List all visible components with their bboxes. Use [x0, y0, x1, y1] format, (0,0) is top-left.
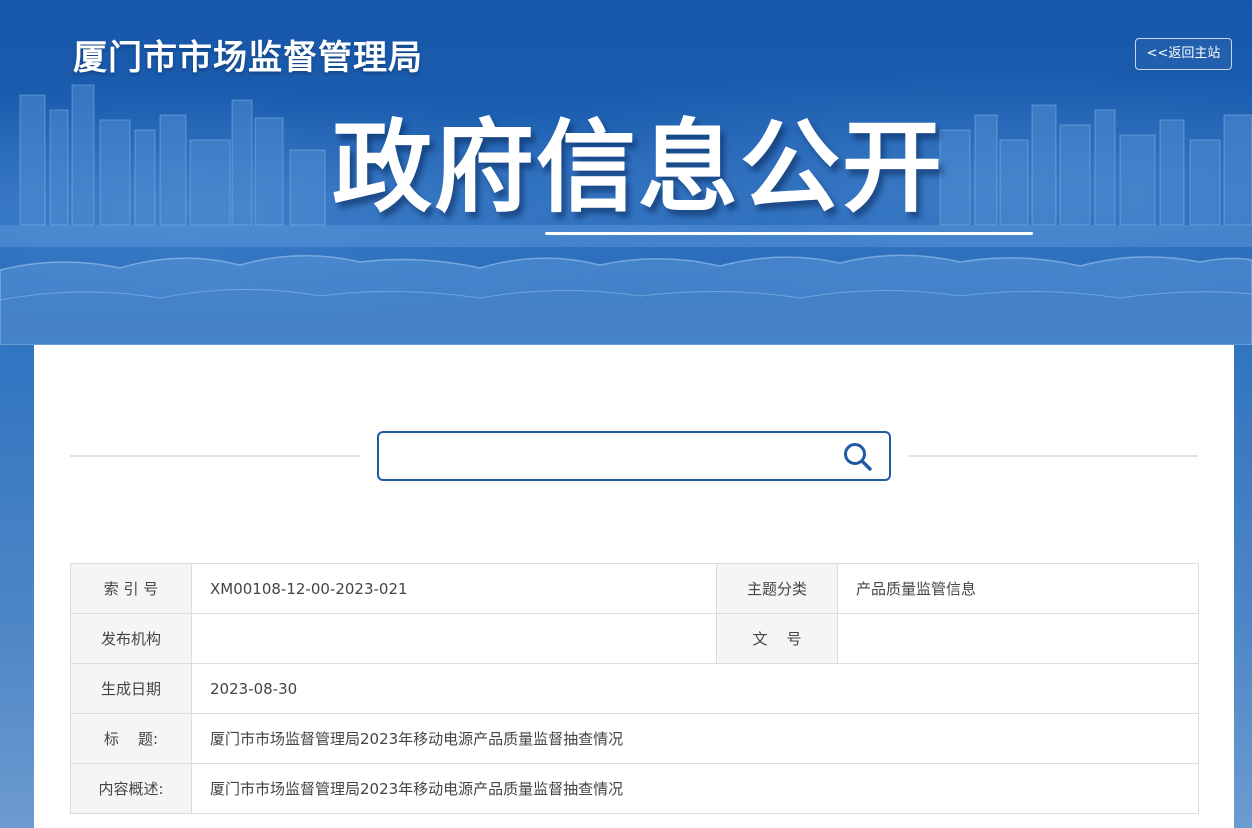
table-row: 索 引 号 XM00108-12-00-2023-021 主题分类 产品质量监管…	[70, 563, 1199, 614]
info-table: 索 引 号 XM00108-12-00-2023-021 主题分类 产品质量监管…	[70, 563, 1199, 814]
title-value: 厦门市市场监督管理局2023年移动电源产品质量监督抽查情况	[191, 713, 1199, 764]
date-value: 2023-08-30	[191, 663, 1199, 714]
search-divider-right	[908, 455, 1198, 457]
search-divider-left	[70, 455, 360, 457]
table-row: 发布机构 文 号	[70, 613, 1199, 664]
topic-category-value: 产品质量监管信息	[837, 563, 1199, 614]
summary-label: 内容概述:	[70, 763, 192, 814]
content-card: 索 引 号 XM00108-12-00-2023-021 主题分类 产品质量监管…	[34, 345, 1234, 828]
search-icon[interactable]	[842, 441, 874, 473]
back-to-main-site-button[interactable]: <<返回主站	[1135, 38, 1232, 70]
date-label: 生成日期	[70, 663, 192, 714]
search-input[interactable]	[389, 439, 833, 475]
title-label: 标 题:	[70, 713, 192, 764]
site-title: 厦门市市场监督管理局	[73, 38, 423, 78]
index-number-label: 索 引 号	[70, 563, 192, 614]
hero-underline	[545, 232, 1033, 235]
table-row: 标 题: 厦门市市场监督管理局2023年移动电源产品质量监督抽查情况	[70, 713, 1199, 764]
table-row: 内容概述: 厦门市市场监督管理局2023年移动电源产品质量监督抽查情况	[70, 763, 1199, 814]
hero-title: 政府信息公开	[332, 109, 944, 226]
summary-value: 厦门市市场监督管理局2023年移动电源产品质量监督抽查情况	[191, 763, 1199, 814]
document-number-value	[837, 613, 1199, 664]
index-number-value: XM00108-12-00-2023-021	[191, 563, 717, 614]
document-number-label: 文 号	[716, 613, 838, 664]
publisher-label: 发布机构	[70, 613, 192, 664]
header-banner: 厦门市市场监督管理局 <<返回主站 政府信息公开	[0, 0, 1252, 345]
table-row: 生成日期 2023-08-30	[70, 663, 1199, 714]
search-box	[377, 431, 891, 481]
topic-category-label: 主题分类	[716, 563, 838, 614]
publisher-value	[191, 613, 717, 664]
